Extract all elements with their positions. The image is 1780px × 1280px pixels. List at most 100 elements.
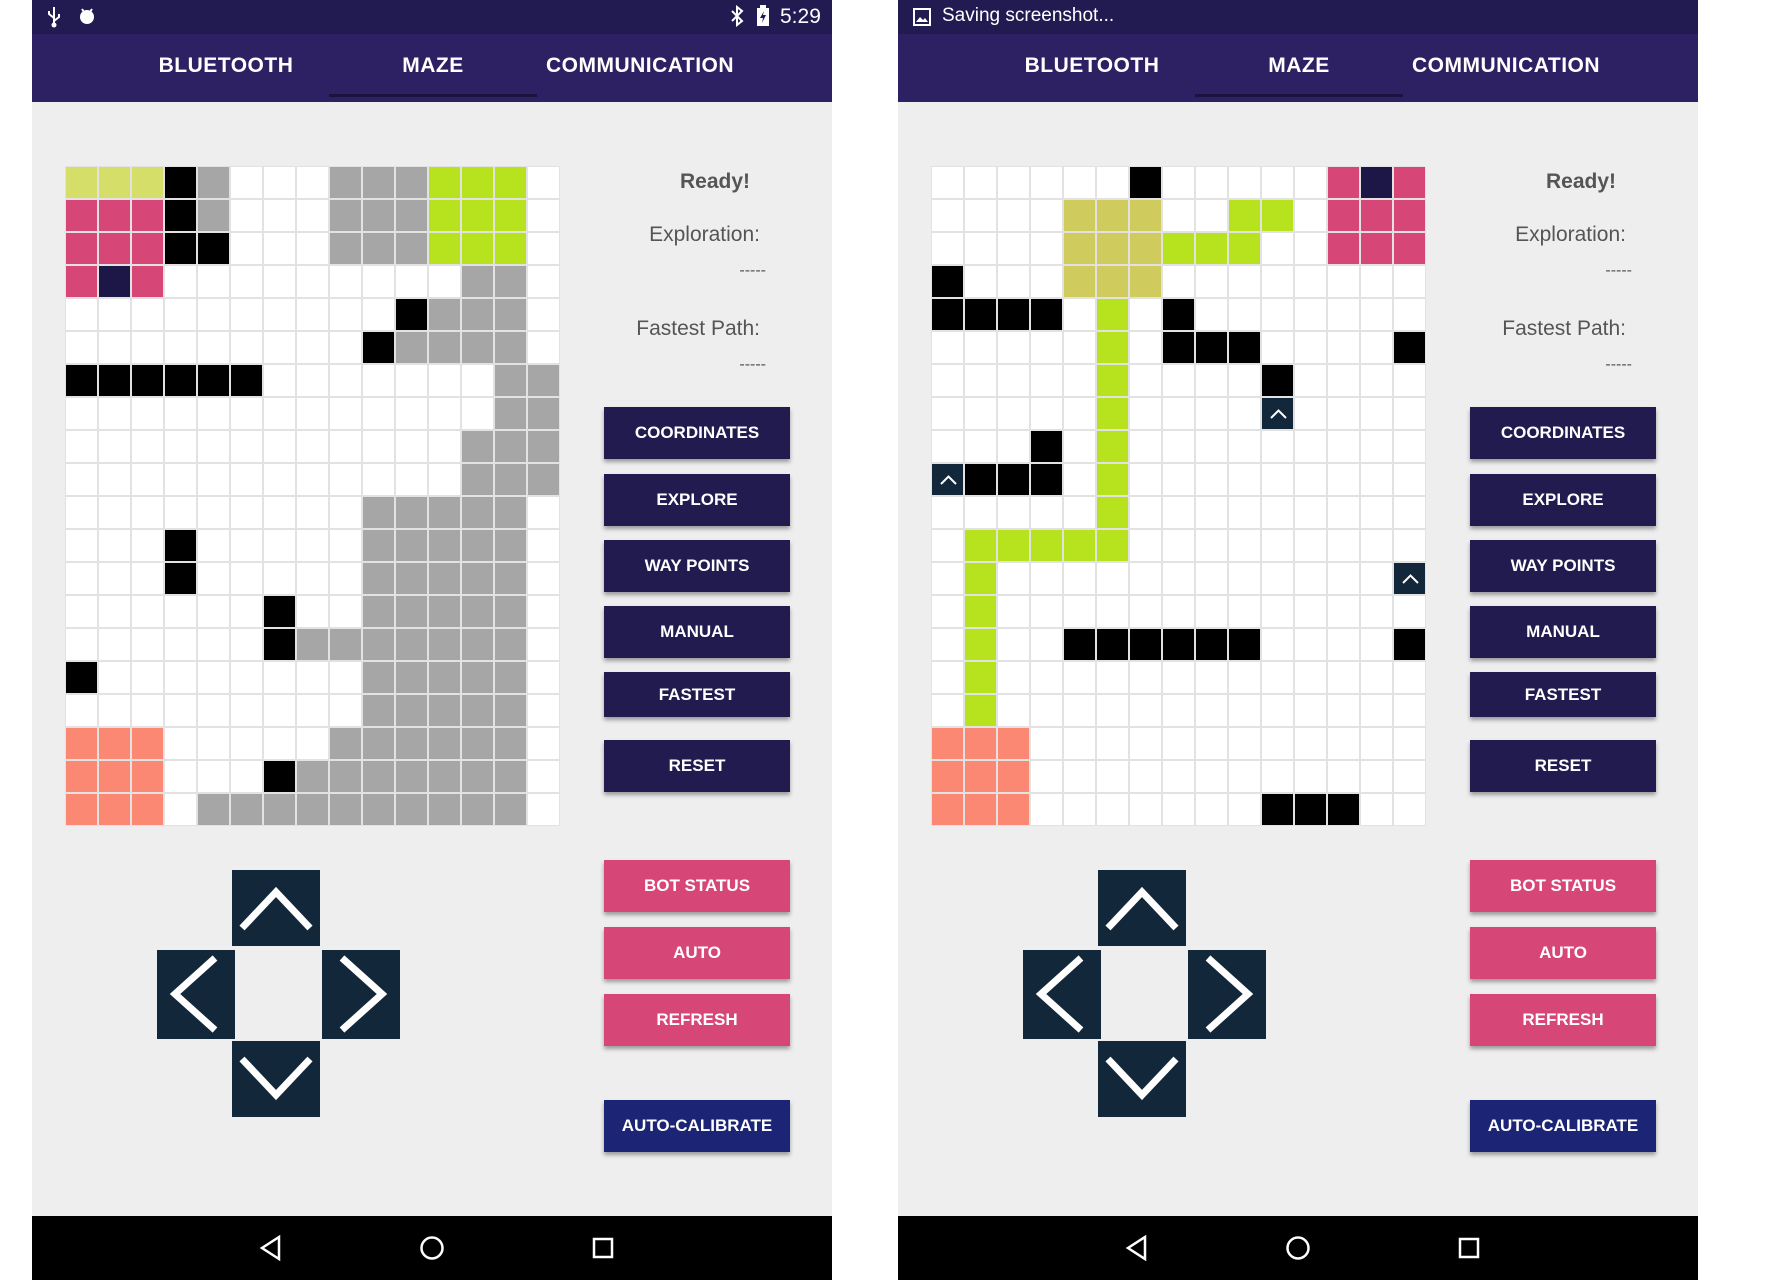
maze-cell[interactable] <box>1360 628 1393 661</box>
maze-cell[interactable] <box>131 694 164 727</box>
dpad-down-button[interactable] <box>232 1041 320 1117</box>
maze-cell[interactable] <box>428 694 461 727</box>
maze-cell[interactable] <box>461 529 494 562</box>
tab-communication[interactable]: COMMUNICATION <box>1402 34 1610 102</box>
maze-cell[interactable] <box>230 397 263 430</box>
maze-cell[interactable] <box>1195 793 1228 826</box>
maze-cell[interactable] <box>131 628 164 661</box>
maze-cell[interactable] <box>362 166 395 199</box>
maze-cell[interactable] <box>296 265 329 298</box>
maze-cell[interactable] <box>1162 166 1195 199</box>
maze-cell[interactable] <box>197 496 230 529</box>
maze-cell[interactable] <box>65 331 98 364</box>
maze-cell[interactable] <box>1360 694 1393 727</box>
maze-cell[interactable] <box>428 364 461 397</box>
maze-cell[interactable] <box>131 661 164 694</box>
maze-cell[interactable] <box>230 760 263 793</box>
maze-cell[interactable] <box>329 463 362 496</box>
maze-cell[interactable] <box>428 529 461 562</box>
maze-cell[interactable] <box>65 265 98 298</box>
maze-cell[interactable] <box>362 331 395 364</box>
maze-cell[interactable] <box>494 529 527 562</box>
maze-cell[interactable] <box>1294 232 1327 265</box>
maze-cell[interactable] <box>997 595 1030 628</box>
maze-cell[interactable] <box>1030 166 1063 199</box>
maze-cell[interactable] <box>997 562 1030 595</box>
maze-cell[interactable] <box>1228 562 1261 595</box>
maze-cell[interactable] <box>296 232 329 265</box>
maze-cell[interactable] <box>164 463 197 496</box>
maze-cell[interactable] <box>98 364 131 397</box>
maze-cell[interactable] <box>197 364 230 397</box>
maze-cell[interactable] <box>1393 793 1426 826</box>
maze-cell[interactable] <box>362 595 395 628</box>
maze-cell[interactable] <box>395 232 428 265</box>
maze-cell[interactable] <box>527 793 560 826</box>
maze-cell[interactable] <box>131 463 164 496</box>
maze-cell[interactable] <box>1096 760 1129 793</box>
maze-cell[interactable] <box>1393 595 1426 628</box>
maze-cell[interactable] <box>65 430 98 463</box>
maze-cell[interactable] <box>395 661 428 694</box>
maze-cell[interactable] <box>1360 265 1393 298</box>
dpad-up-button[interactable] <box>1098 870 1186 946</box>
maze-cell[interactable] <box>1327 397 1360 430</box>
maze-cell[interactable] <box>1228 364 1261 397</box>
maze-cell[interactable] <box>931 496 964 529</box>
maze-cell[interactable] <box>1360 562 1393 595</box>
maze-cell-waypoint[interactable] <box>931 463 964 496</box>
maze-cell[interactable] <box>1096 793 1129 826</box>
maze-cell[interactable] <box>1030 496 1063 529</box>
maze-cell[interactable] <box>395 364 428 397</box>
maze-cell[interactable] <box>997 694 1030 727</box>
bot-status-button[interactable]: BOT STATUS <box>1470 860 1656 912</box>
maze-cell[interactable] <box>1393 232 1426 265</box>
maze-cell[interactable] <box>1030 199 1063 232</box>
maze-cell[interactable] <box>263 562 296 595</box>
maze-cell[interactable] <box>395 529 428 562</box>
maze-cell[interactable] <box>1129 595 1162 628</box>
back-triangle-icon[interactable] <box>257 1234 285 1262</box>
maze-cell[interactable] <box>428 430 461 463</box>
maze-cell[interactable] <box>296 166 329 199</box>
maze-cell[interactable] <box>263 463 296 496</box>
maze-cell[interactable] <box>98 199 131 232</box>
maze-cell[interactable] <box>395 727 428 760</box>
maze-cell[interactable] <box>997 397 1030 430</box>
maze-cell[interactable] <box>964 166 997 199</box>
maze-cell[interactable] <box>296 694 329 727</box>
maze-cell[interactable] <box>1228 430 1261 463</box>
maze-cell[interactable] <box>263 397 296 430</box>
maze-cell[interactable] <box>964 265 997 298</box>
maze-cell[interactable] <box>1294 661 1327 694</box>
maze-cell[interactable] <box>1195 298 1228 331</box>
maze-cell[interactable] <box>1096 331 1129 364</box>
maze-cell[interactable] <box>1162 694 1195 727</box>
maze-cell[interactable] <box>494 595 527 628</box>
maze-cell[interactable] <box>98 694 131 727</box>
maze-cell[interactable] <box>1063 595 1096 628</box>
maze-cell[interactable] <box>1393 529 1426 562</box>
maze-grid[interactable] <box>65 166 560 826</box>
maze-cell[interactable] <box>98 397 131 430</box>
maze-cell[interactable] <box>931 397 964 430</box>
maze-cell[interactable] <box>1261 694 1294 727</box>
maze-cell[interactable] <box>461 331 494 364</box>
maze-cell[interactable] <box>527 628 560 661</box>
maze-cell[interactable] <box>65 793 98 826</box>
maze-cell[interactable] <box>230 793 263 826</box>
maze-cell[interactable] <box>1228 397 1261 430</box>
maze-cell[interactable] <box>164 727 197 760</box>
maze-cell[interactable] <box>98 628 131 661</box>
maze-cell[interactable] <box>1261 199 1294 232</box>
maze-cell[interactable] <box>164 166 197 199</box>
maze-cell[interactable] <box>197 463 230 496</box>
maze-cell[interactable] <box>362 364 395 397</box>
maze-cell[interactable] <box>1360 331 1393 364</box>
maze-cell[interactable] <box>1228 595 1261 628</box>
tab-maze[interactable]: MAZE <box>329 34 537 102</box>
maze-cell[interactable] <box>1228 298 1261 331</box>
maze-cell[interactable] <box>1129 199 1162 232</box>
maze-cell[interactable] <box>329 760 362 793</box>
maze-cell[interactable] <box>1327 166 1360 199</box>
